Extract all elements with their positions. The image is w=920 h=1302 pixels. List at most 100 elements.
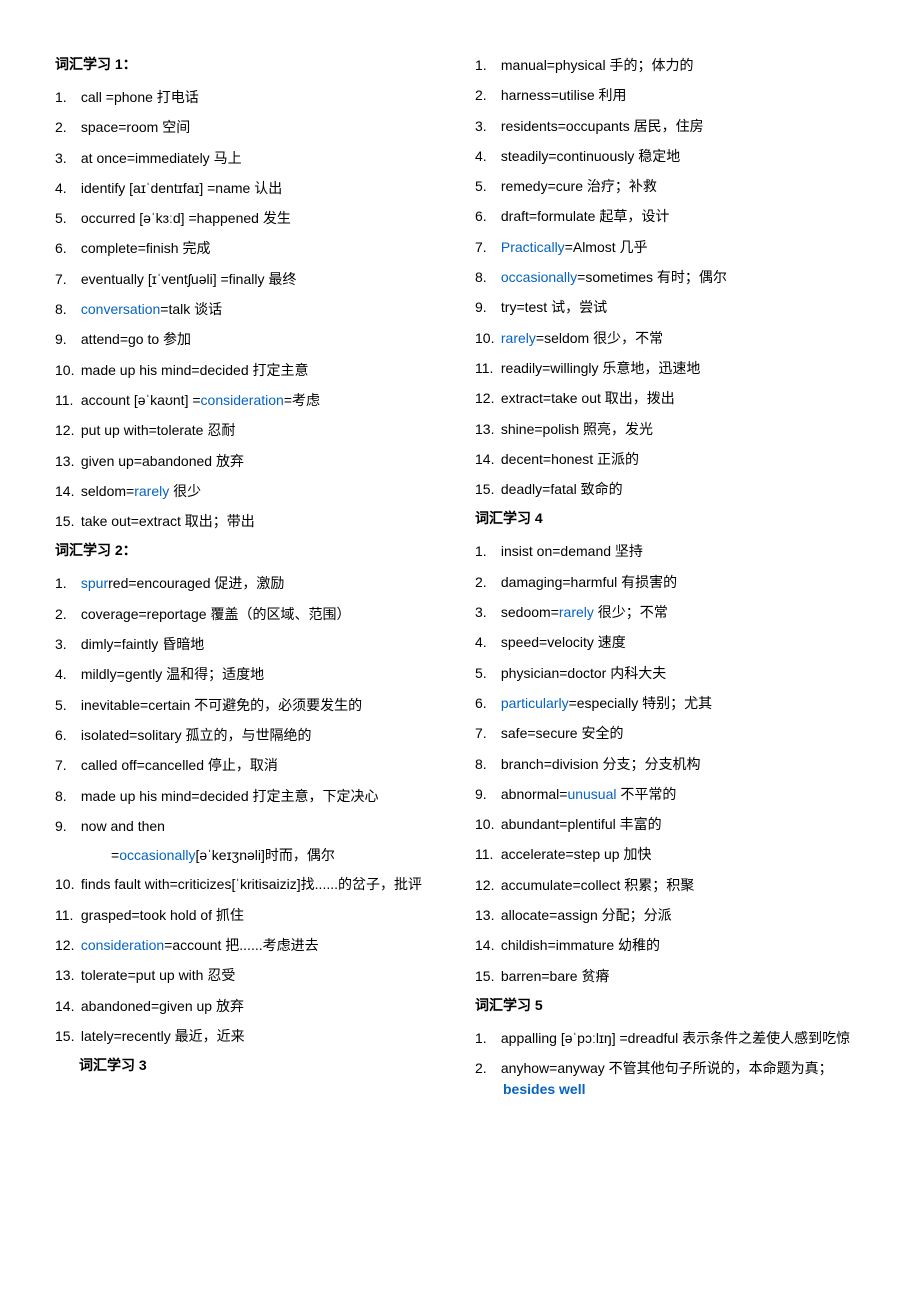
list-item: 2. damaging=harmful 有损害的 [475,567,865,597]
list-item: 2. coverage=reportage 覆盖（的区域、范围） [55,599,445,629]
text-span: occurred [əˈkɜːd] =happened 发生 [81,210,291,226]
text-span: extract=take out 取出，拨出 [501,390,675,406]
item-number: 15. [55,511,77,531]
text-span: finds fault with=criticizes[ˈkritisaiziz… [81,876,422,892]
list-item: 13. shine=polish 照亮，发光 [475,414,865,444]
list-item: 7. safe=secure 安全的 [475,718,865,748]
item-number: 7. [475,723,497,743]
list-item: 12. accumulate=collect 积累；积聚 [475,870,865,900]
text-span: occasionally [119,847,195,863]
list-item: 14. childish=immature 幼稚的 [475,930,865,960]
item-number: 5. [55,695,77,715]
item-number: 6. [475,206,497,226]
text-span: isolated=solitary 孤立的，与世隔绝的 [81,727,312,743]
text-span: 不平常的 [616,786,676,802]
item-number: 2. [55,117,77,137]
text-span: =seldom 很少，不常 [536,330,663,346]
list-item: 9. try=test 试，尝试 [475,292,865,322]
text-span: = [111,847,119,863]
section-1-list: 1. call =phone 打电话2. space=room 空间3. at … [55,82,445,536]
section-4-title: 词汇学习 4 [475,508,865,528]
text-span: seldom= [81,483,134,499]
text-span: eventually [ɪˈventʃuəli] =finally 最终 [81,271,296,287]
text-span: mildly=gently 温和得；适度地 [81,666,264,682]
item-number: 15. [475,479,497,499]
item-number: 7. [55,269,77,289]
list-item: 1. manual=physical 手的；体力的 [475,50,865,80]
item-number: 6. [55,238,77,258]
item-number: 8. [55,786,77,806]
text-span: barren=bare 贫瘠 [501,968,610,984]
list-item: 9. now and then [55,811,445,841]
text-span: rarely [134,483,169,499]
text-span: accumulate=collect 积累；积聚 [501,877,694,893]
text-span: Practically [501,239,565,255]
list-item: 14. decent=honest 正派的 [475,444,865,474]
list-item: 4. identify [aɪˈdentɪfaɪ] =name 认出 [55,173,445,203]
text-span: manual=physical 手的；体力的 [501,57,694,73]
list-item: 5. inevitable=certain 不可避免的，必须要发生的 [55,690,445,720]
list-item: 7. eventually [ɪˈventʃuəli] =finally 最终 [55,264,445,294]
item-number: 9. [475,784,497,804]
text-span: occasionally [501,269,577,285]
text-span: besides well [503,1081,585,1097]
list-item: 5. occurred [əˈkɜːd] =happened 发生 [55,203,445,233]
text-span: steadily=continuously 稳定地 [501,148,680,164]
item-number: 6. [475,693,497,713]
list-item: 6. complete=finish 完成 [55,233,445,263]
text-span: deadly=fatal 致命的 [501,481,623,497]
list-item: 11. grasped=took hold of 抓住 [55,900,445,930]
text-span: now and then [81,818,165,834]
text-span: =talk 谈话 [160,301,222,317]
text-span: appalling [əˈpɔːlɪŋ] =dreadful 表示条件之差使人感… [501,1030,850,1046]
item-number: 3. [55,634,77,654]
list-item: 5. physician=doctor 内科大夫 [475,658,865,688]
text-span: remedy=cure 治疗；补救 [501,178,657,194]
item-number: 11. [55,390,77,410]
text-span: abandoned=given up 放弃 [81,998,244,1014]
list-item: 8. made up his mind=decided 打定主意，下定决心 [55,781,445,811]
section-4-list: 1. insist on=demand 坚持2. damaging=harmfu… [475,536,865,990]
text-span: consideration [81,937,164,953]
item-number: 9. [55,816,77,836]
left-column: 词汇学习 1： 1. call =phone 打电话2. space=room … [55,50,445,1108]
text-span: branch=division 分支；分支机构 [501,756,701,772]
section-3-title: 词汇学习 3 [79,1055,445,1075]
item-number: 3. [475,116,497,136]
list-item: 1. spurred=encouraged 促进，激励 [55,568,445,598]
text-span: inevitable=certain 不可避免的，必须要发生的 [81,697,362,713]
list-item: 4. steadily=continuously 稳定地 [475,141,865,171]
list-item: 9. attend=go to 参加 [55,324,445,354]
item-number: 14. [55,481,77,501]
item-number: 13. [55,451,77,471]
text-span: residents=occupants 居民，住房 [501,118,704,134]
list-item: 5. remedy=cure 治疗；补救 [475,171,865,201]
text-span: =考虑 [284,392,320,408]
text-span: =sometimes 有时；偶尔 [577,269,727,285]
list-item: 10. made up his mind=decided 打定主意 [55,355,445,385]
text-span: rarely [501,330,536,346]
item-number: 2. [475,1058,497,1078]
text-span: given up=abandoned 放弃 [81,453,244,469]
text-span: particularly [501,695,569,711]
list-item: 15. lately=recently 最近，近来 [55,1021,445,1051]
item-number: 12. [55,935,77,955]
list-item: 1. appalling [əˈpɔːlɪŋ] =dreadful 表示条件之差… [475,1023,865,1053]
item-number: 14. [475,449,497,469]
text-span: childish=immature 幼稚的 [501,937,660,953]
list-item: 10. rarely=seldom 很少，不常 [475,323,865,353]
text-span: =especially 特别；尤其 [569,695,713,711]
item-number: 7. [475,237,497,257]
text-span: [əˈkeɪʒnəli]时而，偶尔 [195,847,334,863]
list-item: 12. put up with=tolerate 忍耐 [55,415,445,445]
text-span: speed=velocity 速度 [501,634,626,650]
section-5-title: 词汇学习 5 [475,995,865,1015]
item-number: 13. [475,905,497,925]
text-span: account [əˈkaʊnt] = [81,392,201,408]
item-number: 13. [55,965,77,985]
item-number: 1. [475,541,497,561]
list-item: 15. deadly=fatal 致命的 [475,474,865,504]
list-item: 6. draft=formulate 起草，设计 [475,201,865,231]
text-span: call =phone 打电话 [81,89,199,105]
list-item: 3. dimly=faintly 昏暗地 [55,629,445,659]
